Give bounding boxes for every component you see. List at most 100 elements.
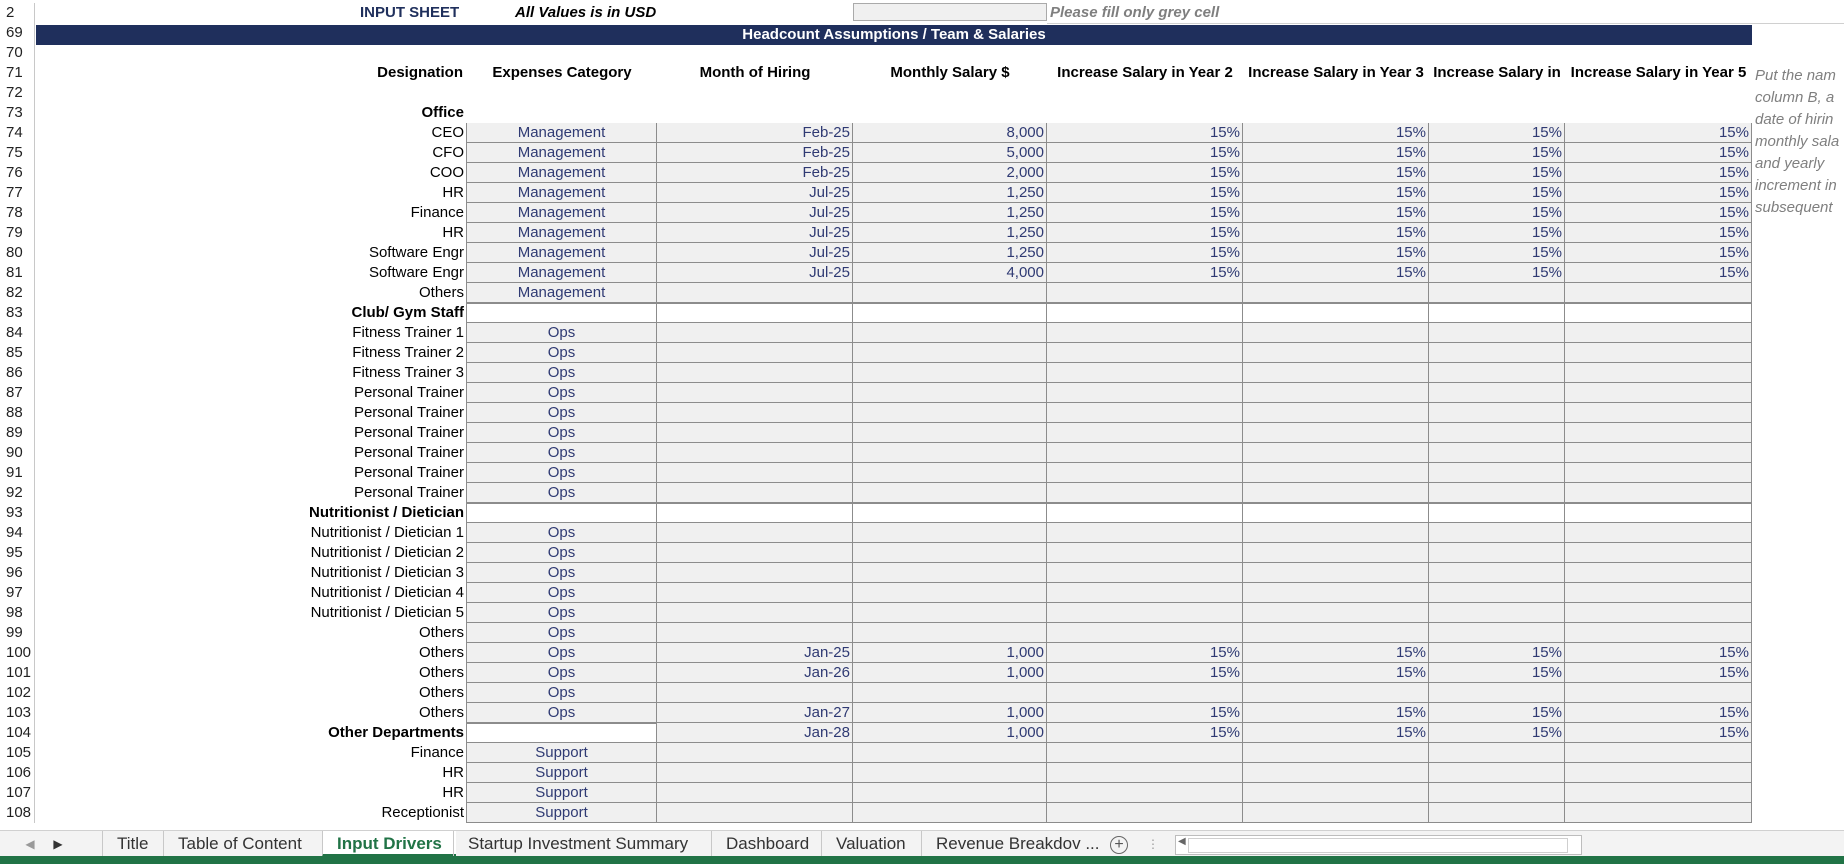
expense-category-cell[interactable]: Management [467, 203, 657, 223]
row-number[interactable]: 106 [0, 763, 35, 783]
increase-y3-cell[interactable] [1243, 283, 1429, 303]
hiring-month-cell[interactable] [657, 383, 853, 403]
designation-cell[interactable]: Fitness Trainer 1 [36, 323, 467, 343]
increase-y5-cell[interactable] [1565, 583, 1752, 603]
row-number[interactable]: 81 [0, 263, 35, 283]
designation-cell[interactable]: Personal Trainer [36, 463, 467, 483]
row-number[interactable]: 82 [0, 283, 35, 303]
monthly-salary-cell[interactable] [853, 743, 1047, 763]
designation-cell[interactable]: Nutritionist / Dietician 5 [36, 603, 467, 623]
row-number[interactable]: 90 [0, 443, 35, 463]
row-number[interactable]: 88 [0, 403, 35, 423]
designation-cell[interactable]: Personal Trainer [36, 383, 467, 403]
increase-y2-cell[interactable] [1047, 423, 1243, 443]
monthly-salary-cell[interactable]: 5,000 [853, 143, 1047, 163]
increase-y2-cell[interactable] [1047, 323, 1243, 343]
sheet-tab-table-of-content[interactable]: Table of Content [163, 831, 316, 857]
spreadsheet-grid[interactable]: 2 INPUT SHEET All Values is in USD Please f… [0, 0, 1844, 830]
designation-cell[interactable]: CEO [36, 123, 467, 143]
designation-cell[interactable]: Nutritionist / Dietician 3 [36, 563, 467, 583]
row-number[interactable]: 96 [0, 563, 35, 583]
increase-y3-cell[interactable] [1243, 683, 1429, 703]
increase-y4-cell[interactable] [1429, 383, 1565, 403]
monthly-salary-cell[interactable] [853, 483, 1047, 503]
monthly-salary-cell[interactable] [853, 503, 1047, 523]
row-number[interactable]: 72 [0, 83, 35, 103]
increase-y5-cell[interactable]: 15% [1565, 203, 1752, 223]
prev-sheet-icon[interactable]: ◀ [22, 835, 38, 853]
increase-y2-cell[interactable] [1047, 443, 1243, 463]
increase-y4-cell[interactable] [1429, 323, 1565, 343]
increase-y4-cell[interactable] [1429, 343, 1565, 363]
row-number[interactable]: 70 [0, 43, 35, 63]
monthly-salary-cell[interactable] [853, 283, 1047, 303]
increase-y3-cell[interactable] [1243, 503, 1429, 523]
designation-cell[interactable]: Software Engr [36, 243, 467, 263]
expense-category-cell[interactable]: Ops [467, 683, 657, 703]
sheet-tab-title[interactable]: Title [102, 831, 163, 857]
designation-cell[interactable]: Others [36, 283, 467, 303]
hiring-month-cell[interactable]: Jan-28 [657, 723, 853, 743]
expense-category-cell[interactable]: Ops [467, 323, 657, 343]
designation-cell[interactable]: Personal Trainer [36, 403, 467, 423]
increase-y4-cell[interactable]: 15% [1429, 723, 1565, 743]
monthly-salary-cell[interactable]: 8,000 [853, 123, 1047, 143]
expense-category-cell[interactable]: Ops [467, 423, 657, 443]
increase-y2-cell[interactable] [1047, 583, 1243, 603]
monthly-salary-cell[interactable] [853, 583, 1047, 603]
expense-category-cell[interactable]: Management [467, 183, 657, 203]
sheet-tab-revenue-breakdov[interactable]: Revenue Breakdov ... [921, 831, 1113, 857]
expense-category-cell[interactable]: Support [467, 783, 657, 803]
designation-cell[interactable]: Nutritionist / Dietician 2 [36, 543, 467, 563]
monthly-salary-cell[interactable]: 4,000 [853, 263, 1047, 283]
increase-y5-cell[interactable] [1565, 623, 1752, 643]
designation-cell[interactable]: Nutritionist / Dietician 1 [36, 523, 467, 543]
designation-cell[interactable]: Personal Trainer [36, 423, 467, 443]
increase-y2-cell[interactable] [1047, 503, 1243, 523]
increase-y4-cell[interactable] [1429, 283, 1565, 303]
expense-category-cell[interactable]: Support [467, 763, 657, 783]
hiring-month-cell[interactable]: Feb-25 [657, 163, 853, 183]
increase-y2-cell[interactable] [1047, 383, 1243, 403]
increase-y3-cell[interactable] [1243, 523, 1429, 543]
increase-y3-cell[interactable]: 15% [1243, 183, 1429, 203]
row-number[interactable]: 98 [0, 603, 35, 623]
increase-y5-cell[interactable] [1565, 383, 1752, 403]
row-number[interactable]: 104 [0, 723, 35, 743]
sheet-tab-valuation[interactable]: Valuation [821, 831, 920, 857]
designation-cell[interactable]: Others [36, 663, 467, 683]
designation-cell[interactable]: Fitness Trainer 3 [36, 363, 467, 383]
increase-y3-cell[interactable]: 15% [1243, 163, 1429, 183]
monthly-salary-cell[interactable] [853, 683, 1047, 703]
increase-y2-cell[interactable] [1047, 283, 1243, 303]
hiring-month-cell[interactable] [657, 583, 853, 603]
increase-y4-cell[interactable] [1429, 783, 1565, 803]
monthly-salary-cell[interactable]: 2,000 [853, 163, 1047, 183]
hiring-month-cell[interactable] [657, 623, 853, 643]
increase-y5-cell[interactable]: 15% [1565, 723, 1752, 743]
row-number[interactable]: 79 [0, 223, 35, 243]
scroll-left-icon[interactable]: ◀ [1178, 836, 1186, 847]
increase-y2-cell[interactable] [1047, 603, 1243, 623]
row-number[interactable]: 108 [0, 803, 35, 823]
row-number[interactable]: 100 [0, 643, 35, 663]
hiring-month-cell[interactable]: Jul-25 [657, 263, 853, 283]
increase-y2-cell[interactable]: 15% [1047, 643, 1243, 663]
increase-y4-cell[interactable] [1429, 463, 1565, 483]
hiring-month-cell[interactable] [657, 283, 853, 303]
increase-y3-cell[interactable]: 15% [1243, 223, 1429, 243]
expense-category-cell[interactable]: Ops [467, 443, 657, 463]
row-number[interactable]: 103 [0, 703, 35, 723]
increase-y3-cell[interactable] [1243, 403, 1429, 423]
increase-y3-cell[interactable] [1243, 383, 1429, 403]
designation-cell[interactable]: HR [36, 783, 467, 803]
hiring-month-cell[interactable] [657, 403, 853, 423]
increase-y2-cell[interactable]: 15% [1047, 723, 1243, 743]
sheet-tab-input-drivers[interactable]: Input Drivers [322, 831, 456, 857]
row-number[interactable]: 89 [0, 423, 35, 443]
increase-y2-cell[interactable] [1047, 803, 1243, 823]
expense-category-cell[interactable]: Ops [467, 643, 657, 663]
expense-category-cell[interactable]: Management [467, 123, 657, 143]
increase-y3-cell[interactable] [1243, 443, 1429, 463]
increase-y5-cell[interactable]: 15% [1565, 663, 1752, 683]
